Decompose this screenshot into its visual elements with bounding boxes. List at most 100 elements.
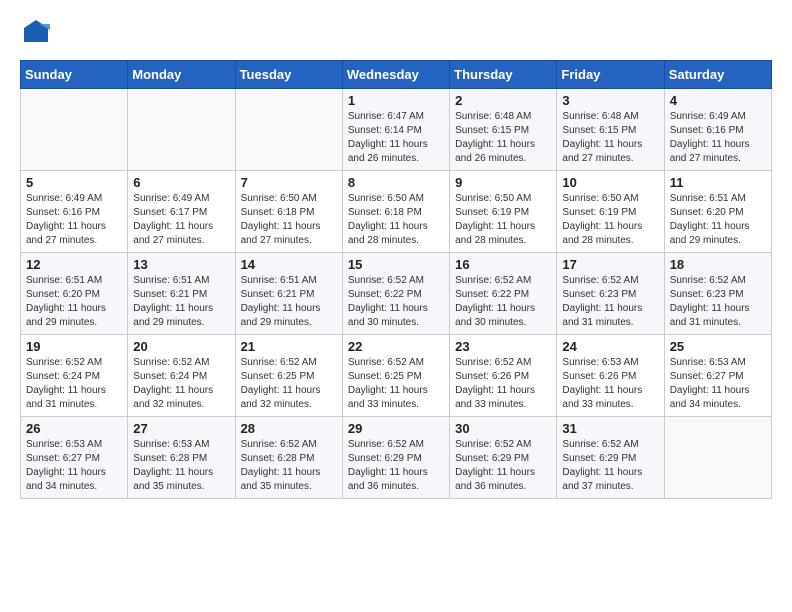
day-number: 4 (670, 93, 766, 108)
day-info: Sunrise: 6:51 AM Sunset: 6:20 PM Dayligh… (670, 192, 766, 248)
day-info: Sunrise: 6:53 AM Sunset: 6:27 PM Dayligh… (26, 438, 122, 494)
day-info: Sunrise: 6:48 AM Sunset: 6:15 PM Dayligh… (562, 110, 658, 166)
calendar-cell: 21 Sunrise: 6:52 AM Sunset: 6:25 PM Dayli… (235, 335, 342, 417)
weekday-header-thursday: Thursday (450, 61, 557, 89)
calendar-cell: 29 Sunrise: 6:52 AM Sunset: 6:29 PM Dayli… (342, 417, 449, 499)
calendar-cell: 22 Sunrise: 6:52 AM Sunset: 6:25 PM Dayli… (342, 335, 449, 417)
day-info: Sunrise: 6:52 AM Sunset: 6:22 PM Dayligh… (348, 274, 444, 330)
calendar-cell: 30 Sunrise: 6:52 AM Sunset: 6:29 PM Dayli… (450, 417, 557, 499)
day-info: Sunrise: 6:53 AM Sunset: 6:26 PM Dayligh… (562, 356, 658, 412)
weekday-header-tuesday: Tuesday (235, 61, 342, 89)
day-info: Sunrise: 6:51 AM Sunset: 6:20 PM Dayligh… (26, 274, 122, 330)
day-number: 16 (455, 257, 551, 272)
day-number: 15 (348, 257, 444, 272)
logo (20, 16, 56, 48)
day-number: 8 (348, 175, 444, 190)
day-number: 21 (241, 339, 337, 354)
calendar-cell: 4 Sunrise: 6:49 AM Sunset: 6:16 PM Daylig… (664, 89, 771, 171)
day-number: 6 (133, 175, 229, 190)
calendar-cell (235, 89, 342, 171)
calendar-cell: 31Sunrise: 6:52 AM Sunset: 6:29 PM Dayli… (557, 417, 664, 499)
calendar-cell: 11 Sunrise: 6:51 AM Sunset: 6:20 PM Dayli… (664, 171, 771, 253)
day-info: Sunrise: 6:51 AM Sunset: 6:21 PM Dayligh… (241, 274, 337, 330)
day-number: 11 (670, 175, 766, 190)
day-number: 30 (455, 421, 551, 436)
day-number: 27 (133, 421, 229, 436)
day-number: 9 (455, 175, 551, 190)
day-info: Sunrise: 6:49 AM Sunset: 6:17 PM Dayligh… (133, 192, 229, 248)
day-number: 1 (348, 93, 444, 108)
day-info: Sunrise: 6:52 AM Sunset: 6:24 PM Dayligh… (26, 356, 122, 412)
day-info: Sunrise: 6:51 AM Sunset: 6:21 PM Dayligh… (133, 274, 229, 330)
calendar-cell: 15 Sunrise: 6:52 AM Sunset: 6:22 PM Dayli… (342, 253, 449, 335)
day-number: 7 (241, 175, 337, 190)
weekday-header-row: SundayMondayTuesdayWednesdayThursdayFrid… (21, 61, 772, 89)
header (20, 16, 772, 48)
calendar-cell: 20Sunrise: 6:52 AM Sunset: 6:24 PM Dayli… (128, 335, 235, 417)
calendar-week-row: 5 Sunrise: 6:49 AM Sunset: 6:16 PM Daylig… (21, 171, 772, 253)
day-info: Sunrise: 6:52 AM Sunset: 6:29 PM Dayligh… (348, 438, 444, 494)
day-info: Sunrise: 6:52 AM Sunset: 6:28 PM Dayligh… (241, 438, 337, 494)
calendar-cell: 19 Sunrise: 6:52 AM Sunset: 6:24 PM Dayli… (21, 335, 128, 417)
calendar-cell: 6 Sunrise: 6:49 AM Sunset: 6:17 PM Daylig… (128, 171, 235, 253)
weekday-header-saturday: Saturday (664, 61, 771, 89)
calendar-cell: 14Sunrise: 6:51 AM Sunset: 6:21 PM Dayli… (235, 253, 342, 335)
calendar-cell: 3 Sunrise: 6:48 AM Sunset: 6:15 PM Daylig… (557, 89, 664, 171)
day-info: Sunrise: 6:52 AM Sunset: 6:26 PM Dayligh… (455, 356, 551, 412)
day-number: 20 (133, 339, 229, 354)
calendar-week-row: 19 Sunrise: 6:52 AM Sunset: 6:24 PM Dayli… (21, 335, 772, 417)
day-number: 23 (455, 339, 551, 354)
logo-icon (20, 16, 52, 48)
day-number: 18 (670, 257, 766, 272)
calendar-week-row: 12 Sunrise: 6:51 AM Sunset: 6:20 PM Dayli… (21, 253, 772, 335)
calendar-week-row: 26 Sunrise: 6:53 AM Sunset: 6:27 PM Dayli… (21, 417, 772, 499)
calendar-cell: 28 Sunrise: 6:52 AM Sunset: 6:28 PM Dayli… (235, 417, 342, 499)
day-number: 5 (26, 175, 122, 190)
day-number: 24 (562, 339, 658, 354)
weekday-header-friday: Friday (557, 61, 664, 89)
day-number: 2 (455, 93, 551, 108)
weekday-header-sunday: Sunday (21, 61, 128, 89)
day-info: Sunrise: 6:48 AM Sunset: 6:15 PM Dayligh… (455, 110, 551, 166)
calendar-cell: 2 Sunrise: 6:48 AM Sunset: 6:15 PM Daylig… (450, 89, 557, 171)
weekday-header-wednesday: Wednesday (342, 61, 449, 89)
calendar-cell: 27Sunrise: 6:53 AM Sunset: 6:28 PM Dayli… (128, 417, 235, 499)
day-info: Sunrise: 6:52 AM Sunset: 6:29 PM Dayligh… (455, 438, 551, 494)
calendar-cell: 9 Sunrise: 6:50 AM Sunset: 6:19 PM Daylig… (450, 171, 557, 253)
day-info: Sunrise: 6:49 AM Sunset: 6:16 PM Dayligh… (670, 110, 766, 166)
day-number: 12 (26, 257, 122, 272)
day-info: Sunrise: 6:53 AM Sunset: 6:27 PM Dayligh… (670, 356, 766, 412)
day-info: Sunrise: 6:50 AM Sunset: 6:19 PM Dayligh… (562, 192, 658, 248)
day-info: Sunrise: 6:47 AM Sunset: 6:14 PM Dayligh… (348, 110, 444, 166)
calendar-week-row: 1 Sunrise: 6:47 AM Sunset: 6:14 PM Daylig… (21, 89, 772, 171)
day-info: Sunrise: 6:52 AM Sunset: 6:25 PM Dayligh… (348, 356, 444, 412)
day-number: 19 (26, 339, 122, 354)
day-number: 13 (133, 257, 229, 272)
day-number: 10 (562, 175, 658, 190)
calendar-cell (21, 89, 128, 171)
calendar-cell: 8Sunrise: 6:50 AM Sunset: 6:18 PM Daylig… (342, 171, 449, 253)
calendar-cell: 23 Sunrise: 6:52 AM Sunset: 6:26 PM Dayli… (450, 335, 557, 417)
day-info: Sunrise: 6:49 AM Sunset: 6:16 PM Dayligh… (26, 192, 122, 248)
calendar-cell (128, 89, 235, 171)
day-info: Sunrise: 6:52 AM Sunset: 6:22 PM Dayligh… (455, 274, 551, 330)
day-info: Sunrise: 6:52 AM Sunset: 6:25 PM Dayligh… (241, 356, 337, 412)
calendar-cell: 16 Sunrise: 6:52 AM Sunset: 6:22 PM Dayli… (450, 253, 557, 335)
calendar-cell: 24 Sunrise: 6:53 AM Sunset: 6:26 PM Dayli… (557, 335, 664, 417)
day-number: 22 (348, 339, 444, 354)
page: SundayMondayTuesdayWednesdayThursdayFrid… (0, 0, 792, 612)
calendar-cell: 10 Sunrise: 6:50 AM Sunset: 6:19 PM Dayli… (557, 171, 664, 253)
calendar-cell: 12 Sunrise: 6:51 AM Sunset: 6:20 PM Dayli… (21, 253, 128, 335)
day-number: 28 (241, 421, 337, 436)
calendar-cell: 1 Sunrise: 6:47 AM Sunset: 6:14 PM Daylig… (342, 89, 449, 171)
calendar-cell: 7 Sunrise: 6:50 AM Sunset: 6:18 PM Daylig… (235, 171, 342, 253)
day-number: 29 (348, 421, 444, 436)
day-number: 26 (26, 421, 122, 436)
day-info: Sunrise: 6:50 AM Sunset: 6:18 PM Dayligh… (241, 192, 337, 248)
day-number: 3 (562, 93, 658, 108)
day-info: Sunrise: 6:50 AM Sunset: 6:19 PM Dayligh… (455, 192, 551, 248)
calendar-cell: 18Sunrise: 6:52 AM Sunset: 6:23 PM Dayli… (664, 253, 771, 335)
calendar-cell: 25Sunrise: 6:53 AM Sunset: 6:27 PM Dayli… (664, 335, 771, 417)
day-info: Sunrise: 6:52 AM Sunset: 6:23 PM Dayligh… (562, 274, 658, 330)
weekday-header-monday: Monday (128, 61, 235, 89)
